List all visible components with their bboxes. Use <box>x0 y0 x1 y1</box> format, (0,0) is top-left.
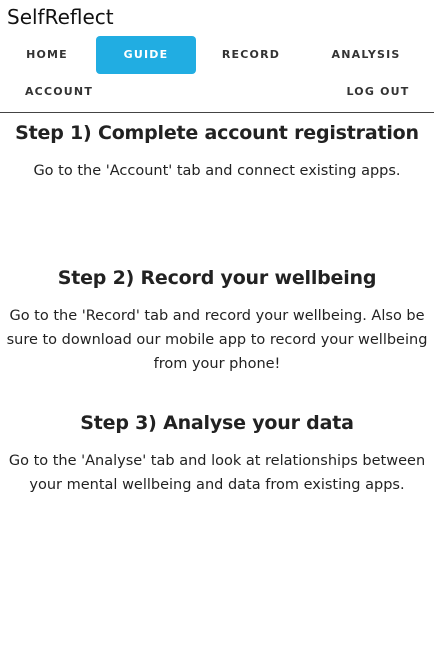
nav-guide[interactable]: GUIDE <box>96 36 196 74</box>
nav-account[interactable]: ACCOUNT <box>0 73 118 111</box>
nav-record[interactable]: RECORD <box>202 36 300 74</box>
step-2-title: Step 2) Record your wellbeing <box>57 267 377 289</box>
step-1-title: Step 1) Complete account registration <box>15 122 419 144</box>
nav-logout[interactable]: LOG OUT <box>330 73 426 111</box>
step-3-text: Go to the 'Analyse' tab and look at rela… <box>8 453 426 493</box>
brand-logo-text[interactable]: SelfReflect <box>7 5 114 29</box>
step-1-text: Go to the 'Account' tab and connect exis… <box>33 163 401 179</box>
guide-page: SelfReflect HOME GUIDE RECORD ANALYSIS A… <box>0 0 434 667</box>
header-divider <box>0 112 434 113</box>
nav-home[interactable]: HOME <box>0 36 94 74</box>
guide-step-1: Step 1) Complete account registration Go… <box>0 121 434 183</box>
nav-analysis[interactable]: ANALYSIS <box>316 36 416 74</box>
guide-step-2: Step 2) Record your wellbeing Go to the … <box>0 266 434 376</box>
step-2-text: Go to the 'Record' tab and record your w… <box>6 308 428 372</box>
step-3-title: Step 3) Analyse your data <box>80 412 354 434</box>
guide-step-3: Step 3) Analyse your data Go to the 'Ana… <box>0 411 434 497</box>
